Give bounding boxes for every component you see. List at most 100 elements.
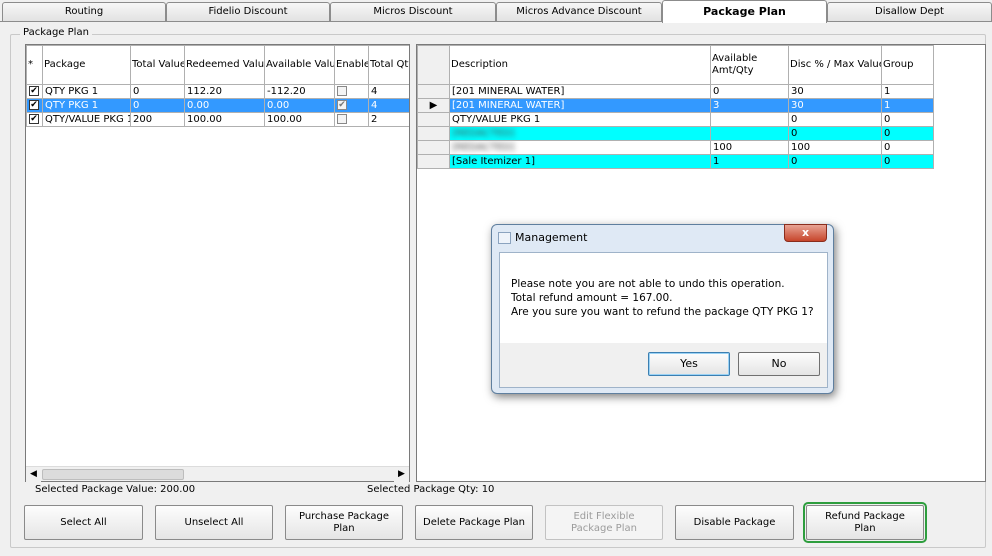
row-header-corner bbox=[417, 45, 450, 85]
total-qty-cell: 4 bbox=[368, 84, 409, 99]
col-redeemed-value[interactable]: Redeemed Value bbox=[184, 45, 265, 85]
tab-routing[interactable]: Routing bbox=[2, 2, 166, 21]
available-cell: 100 bbox=[710, 140, 789, 155]
scroll-thumb[interactable] bbox=[42, 469, 184, 480]
refund-package-plan-button[interactable]: Refund Package Plan bbox=[803, 502, 927, 543]
disc-cell: 0 bbox=[788, 112, 882, 127]
col-total-value[interactable]: Total Value bbox=[130, 45, 185, 85]
unselect-all-button[interactable]: Unselect All bbox=[155, 505, 273, 540]
selected-package-qty: Selected Package Qty: 10 bbox=[367, 484, 495, 495]
scroll-right-icon[interactable]: ▶ bbox=[394, 467, 409, 482]
group-cell: 1 bbox=[881, 84, 934, 99]
disc-cell: 0 bbox=[788, 154, 882, 169]
row-checkbox[interactable]: ✔ bbox=[29, 85, 39, 96]
total-qty-cell: 4 bbox=[368, 98, 409, 113]
management-dialog: Management x Please note you are not abl… bbox=[491, 224, 834, 394]
package-grid-hscrollbar[interactable]: ◀ ▶ bbox=[26, 466, 409, 482]
available-cell bbox=[710, 126, 789, 141]
enable-checkbox bbox=[337, 113, 347, 124]
table-row[interactable]: ✔ QTY/VALUE PKG 1 200 100.00 100.00 2 bbox=[26, 112, 409, 127]
disc-cell: 100 bbox=[788, 140, 882, 155]
col-available-value[interactable]: Available Value bbox=[264, 45, 335, 85]
total-value-cell: 0 bbox=[130, 98, 185, 113]
row-header[interactable] bbox=[417, 140, 450, 155]
col-disc-max-value[interactable]: Disc % / Max Value bbox=[788, 45, 882, 85]
row-header[interactable] bbox=[417, 126, 450, 141]
scroll-left-icon[interactable]: ◀ bbox=[26, 467, 41, 482]
redeemed-value-cell: 100.00 bbox=[184, 112, 265, 127]
row-select-cell[interactable]: ✔ bbox=[26, 98, 43, 113]
tab-micros-discount[interactable]: Micros Discount bbox=[330, 2, 496, 21]
dialog-message-line: Total refund amount = 167.00. bbox=[511, 292, 673, 304]
disc-cell: 0 bbox=[788, 126, 882, 141]
row-header[interactable] bbox=[417, 154, 450, 169]
tab-package-plan[interactable]: Package Plan bbox=[662, 0, 827, 23]
enable-cell: ✔ bbox=[334, 98, 369, 113]
row-select-cell[interactable]: ✔ bbox=[26, 84, 43, 99]
package-cell: QTY PKG 1 bbox=[42, 98, 131, 113]
select-all-button[interactable]: Select All bbox=[24, 505, 143, 540]
window-icon bbox=[498, 232, 511, 244]
description-cell: [Sale Itemizer 1] bbox=[449, 154, 711, 169]
table-row[interactable]: [201 MINERAL WATER] 0 30 1 bbox=[417, 84, 934, 99]
description-cell: [REDACTED] bbox=[449, 126, 711, 141]
tab-micros-advance-discount[interactable]: Micros Advance Discount bbox=[496, 2, 662, 21]
no-button[interactable]: No bbox=[738, 352, 820, 376]
enable-checkbox: ✔ bbox=[337, 99, 347, 110]
col-available-amt-qty[interactable]: Available Amt/Qty bbox=[710, 45, 789, 85]
available-cell: 0 bbox=[710, 84, 789, 99]
description-cell: [REDACTED] bbox=[449, 140, 711, 155]
table-row[interactable]: ▶ [201 MINERAL WATER] 3 30 1 bbox=[417, 98, 934, 113]
col-enable[interactable]: Enable bbox=[334, 45, 369, 85]
tab-disallow-dept[interactable]: Disallow Dept bbox=[827, 2, 992, 21]
table-row[interactable]: [REDACTED] 100 100 0 bbox=[417, 140, 934, 155]
description-cell: [201 MINERAL WATER] bbox=[449, 84, 711, 99]
group-title: Package Plan bbox=[20, 27, 92, 38]
table-row[interactable]: [REDACTED] 0 0 bbox=[417, 126, 934, 141]
row-checkbox[interactable]: ✔ bbox=[29, 113, 39, 124]
col-total-qty[interactable]: Total Qty bbox=[368, 45, 409, 85]
yes-button[interactable]: Yes bbox=[648, 352, 730, 376]
dialog-message: Please note you are not able to undo thi… bbox=[511, 277, 814, 319]
dialog-message-line: Are you sure you want to refund the pack… bbox=[511, 306, 814, 318]
disc-cell: 30 bbox=[788, 84, 882, 99]
table-row[interactable]: QTY/VALUE PKG 1 0 0 bbox=[417, 112, 934, 127]
tab-bar: Routing Fidelio Discount Micros Discount… bbox=[0, 0, 992, 23]
disc-cell: 30 bbox=[788, 98, 882, 113]
redacted-text: [REDACTED] bbox=[452, 127, 515, 139]
row-select-cell[interactable]: ✔ bbox=[26, 112, 43, 127]
purchase-package-plan-button[interactable]: Purchase Package Plan bbox=[285, 505, 403, 540]
dialog-footer: Yes No bbox=[500, 343, 827, 387]
table-row[interactable]: ✔ QTY PKG 1 0 0.00 0.00 ✔ 4 bbox=[26, 98, 409, 113]
col-description[interactable]: Description bbox=[449, 45, 711, 85]
enable-cell bbox=[334, 84, 369, 99]
detail-grid-header: Description Available Amt/Qty Disc % / M… bbox=[417, 45, 934, 85]
package-grid-header: * Package Total Value Redeemed Value Ava… bbox=[26, 45, 409, 85]
table-row[interactable]: ✔ QTY PKG 1 0 112.20 -112.20 4 bbox=[26, 84, 409, 99]
row-checkbox[interactable]: ✔ bbox=[29, 99, 39, 110]
col-group[interactable]: Group bbox=[881, 45, 934, 85]
edit-flexible-package-plan-button[interactable]: Edit Flexible Package Plan bbox=[545, 505, 663, 540]
redeemed-value-cell: 112.20 bbox=[184, 84, 265, 99]
tab-fidelio-discount[interactable]: Fidelio Discount bbox=[166, 2, 330, 21]
delete-package-plan-button[interactable]: Delete Package Plan bbox=[415, 505, 533, 540]
available-cell: 1 bbox=[710, 154, 789, 169]
row-header[interactable]: ▶ bbox=[417, 98, 450, 113]
available-value-cell: 0.00 bbox=[264, 98, 335, 113]
dialog-title: Management bbox=[515, 231, 588, 244]
col-package[interactable]: Package bbox=[42, 45, 131, 85]
current-row-arrow-icon: ▶ bbox=[429, 99, 438, 111]
group-cell: 0 bbox=[881, 154, 934, 169]
enable-checkbox bbox=[337, 85, 347, 96]
package-grid[interactable]: * Package Total Value Redeemed Value Ava… bbox=[25, 44, 410, 482]
col-select[interactable]: * bbox=[26, 45, 43, 85]
total-value-cell: 200 bbox=[130, 112, 185, 127]
row-header[interactable] bbox=[417, 112, 450, 127]
enable-cell bbox=[334, 112, 369, 127]
disable-package-button[interactable]: Disable Package bbox=[675, 505, 794, 540]
close-icon[interactable]: x bbox=[784, 224, 827, 242]
table-row[interactable]: [Sale Itemizer 1] 1 0 0 bbox=[417, 154, 934, 169]
row-header[interactable] bbox=[417, 84, 450, 99]
available-value-cell: 100.00 bbox=[264, 112, 335, 127]
group-cell: 1 bbox=[881, 98, 934, 113]
